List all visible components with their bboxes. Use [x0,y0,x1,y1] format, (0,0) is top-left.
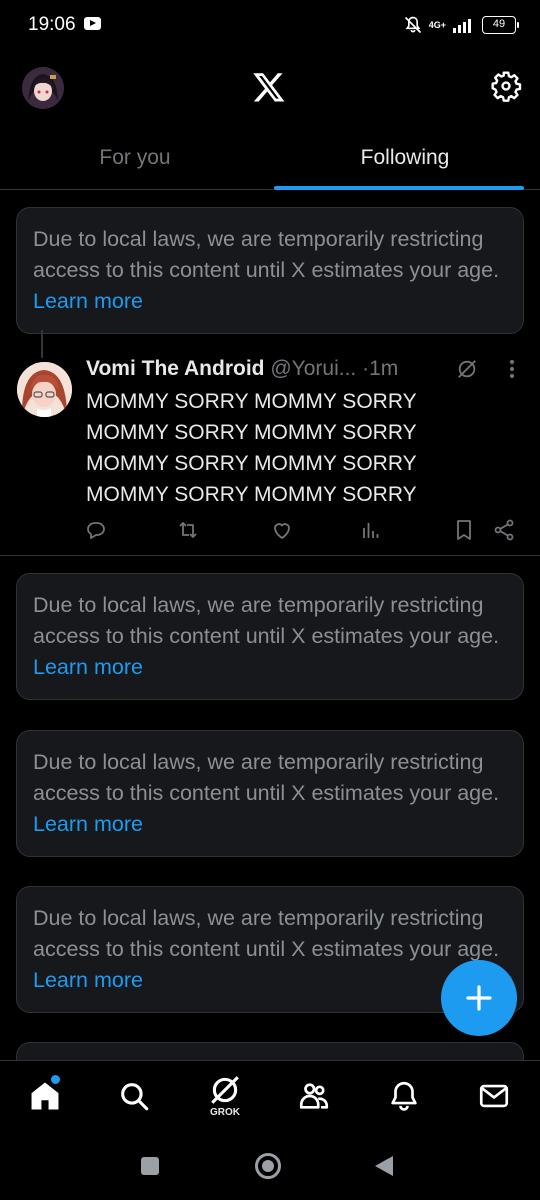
messages-icon[interactable] [477,1079,511,1113]
restricted-notice-text: Due to local laws, we are temporarily re… [33,750,500,805]
home-unread-indicator [51,1075,60,1084]
restricted-notice-text: Due to local laws, we are temporarily re… [33,906,500,961]
youtube-notification-icon [84,17,101,30]
bookmark-icon[interactable] [452,518,476,542]
compose-post-button[interactable] [441,960,517,1036]
tweet-actions [0,518,540,544]
learn-more-link[interactable]: Learn more [33,812,143,836]
active-tab-indicator [274,186,524,190]
like-icon[interactable] [270,518,294,542]
tweet-header: Vomi The Android @Yorui... ·1m [86,355,476,383]
search-icon[interactable] [117,1079,151,1113]
tab-for-you[interactable]: For you [0,130,270,189]
tweet-author-name[interactable]: Vomi The Android [86,357,265,380]
tweet-author-handle[interactable]: @Yorui... [270,357,356,380]
share-icon[interactable] [492,518,516,542]
bottom-navigation: GROK [0,1060,540,1134]
profile-avatar[interactable] [22,67,64,109]
recent-apps-button[interactable] [141,1157,159,1175]
tweet-text: MOMMY SORRY MOMMY SORRY MOMMY SORRY MOMM… [86,386,526,510]
views-icon[interactable] [359,518,383,542]
tweet-author-avatar[interactable] [17,362,72,417]
tweet-text-line: MOMMY SORRY MOMMY SORRY [86,390,417,413]
system-back-button[interactable] [375,1156,393,1176]
home-icon[interactable] [28,1079,62,1113]
learn-more-link[interactable]: Learn more [33,968,143,992]
tweet[interactable]: Vomi The Android @Yorui... ·1m MOMMY SOR… [0,330,540,556]
settings-gear-icon[interactable] [490,70,522,102]
battery-indicator: 49 [482,16,519,34]
signal-icon [452,17,476,33]
restricted-notice-text: Due to local laws, we are temporarily re… [33,227,500,282]
grok-icon[interactable] [208,1073,242,1107]
more-options-icon[interactable] [502,358,522,380]
grok-explain-icon[interactable] [456,358,478,380]
repost-icon[interactable] [176,518,200,542]
notifications-icon[interactable] [387,1079,421,1113]
status-indicators: 4G+ 49 [403,13,519,37]
app-header [0,50,540,130]
reply-icon[interactable] [84,518,108,542]
tweet-timestamp: 1m [369,357,399,380]
learn-more-link[interactable]: Learn more [33,655,143,679]
timeline-tabs: For you Following [0,130,540,190]
tweet-text-line: MOMMY SORRY MOMMY SORRY [86,483,417,506]
system-home-button[interactable] [255,1153,281,1179]
tab-following-label: Following [360,146,450,169]
mute-icon [403,15,423,35]
tweet-text-line: MOMMY SORRY MOMMY SORRY [86,421,417,444]
status-bar: 19:06 4G+ 49 [0,0,540,50]
status-time: 19:06 [28,14,76,35]
restricted-notice-text: Due to local laws, we are temporarily re… [33,593,500,648]
tab-following[interactable]: Following [270,130,540,190]
restricted-content-notice: Due to local laws, we are temporarily re… [16,573,524,700]
x-logo [252,70,286,104]
network-type: 4G+ [428,19,446,30]
restricted-content-notice: Due to local laws, we are temporarily re… [16,730,524,857]
tweet-text-line: MOMMY SORRY MOMMY SORRY [86,452,417,475]
learn-more-link[interactable]: Learn more [33,289,143,313]
restricted-content-notice: Due to local laws, we are temporarily re… [16,207,524,334]
communities-icon[interactable] [297,1079,331,1113]
grok-label: GROK [210,1107,240,1118]
system-navigation-bar [0,1134,540,1200]
thread-connector-line [41,330,43,358]
